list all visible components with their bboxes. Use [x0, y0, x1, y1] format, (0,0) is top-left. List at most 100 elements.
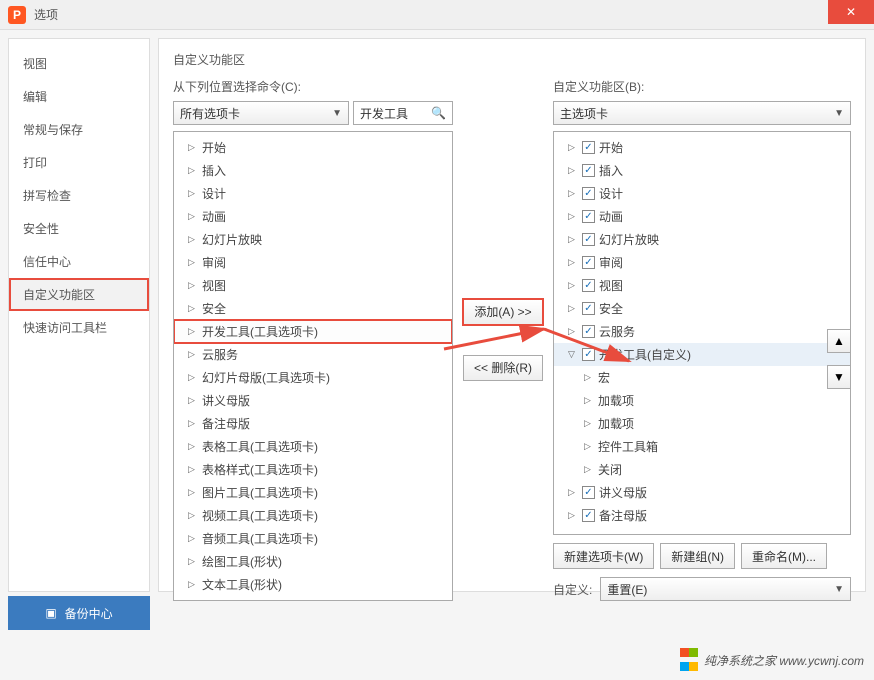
tree-row[interactable]: ▷✓开始	[554, 136, 850, 159]
checkbox[interactable]: ✓	[582, 486, 595, 499]
tree-row[interactable]: ▷开始	[174, 136, 452, 159]
tree-row[interactable]: ▷插入	[174, 159, 452, 182]
search-icon: 🔍	[431, 106, 446, 120]
tree-row[interactable]: ▷云服务	[174, 343, 452, 366]
tree-row[interactable]: ▷讲义母版	[174, 389, 452, 412]
tree-row[interactable]: ▷文本工具(形状)	[174, 573, 452, 596]
caret-right-icon: ▷	[584, 418, 594, 429]
bottom-bar: ▣ 备份中心	[8, 596, 150, 630]
tree-label: 云服务	[202, 346, 238, 363]
tree-row[interactable]: ▷ 安全	[174, 297, 452, 320]
watermark: 纯净系统之家 www.ycwnj.com	[680, 646, 864, 674]
sidebar-item[interactable]: 自定义功能区	[9, 278, 149, 311]
add-button[interactable]: 添加(A) >>	[463, 299, 542, 325]
backup-label: 备份中心	[65, 605, 113, 622]
checkbox[interactable]: ✓	[582, 509, 595, 522]
checkbox[interactable]: ✓	[582, 141, 595, 154]
tree-row[interactable]: ▷✓讲义母版	[554, 481, 850, 504]
sidebar-item[interactable]: 拼写检查	[9, 179, 149, 212]
tree-row[interactable]: ▷✓插入	[554, 159, 850, 182]
caret-right-icon: ▷	[568, 280, 578, 291]
tree-label: 审阅	[202, 254, 226, 271]
sidebar-item[interactable]: 编辑	[9, 80, 149, 113]
tree-row[interactable]: ▷表格工具(工具选项卡)	[174, 435, 452, 458]
move-down-button[interactable]: ▼	[827, 365, 851, 389]
tree-row[interactable]: ▷幻灯片母版(工具选项卡)	[174, 366, 452, 389]
tree-row[interactable]: ▷幻灯片放映	[174, 228, 452, 251]
reset-dropdown[interactable]: 重置(E) ▼	[600, 577, 851, 601]
tree-row[interactable]: ▷✓云服务	[554, 320, 850, 343]
sidebar-item[interactable]: 打印	[9, 146, 149, 179]
close-button[interactable]: ✕	[828, 0, 874, 24]
tree-row[interactable]: ▷✓审阅	[554, 251, 850, 274]
checkbox[interactable]: ✓	[582, 348, 595, 361]
sidebar-item[interactable]: 视图	[9, 47, 149, 80]
left-column: 从下列位置选择命令(C): 所有选项卡 ▼ 开发工具 🔍 ▷开始▷插入▷设计▷动…	[173, 78, 453, 601]
tree-row[interactable]: ▷宏	[554, 366, 850, 389]
tree-row[interactable]: ▷加载项	[554, 412, 850, 435]
sidebar-item[interactable]: 安全性	[9, 212, 149, 245]
checkbox[interactable]: ✓	[582, 187, 595, 200]
tree-row[interactable]: ▷绘图工具(形状)	[174, 550, 452, 573]
tree-row[interactable]: ▷视图	[174, 274, 452, 297]
tree-row[interactable]: ▷设计	[174, 182, 452, 205]
caret-right-icon: ▷	[188, 464, 198, 475]
tree-label: 备注母版	[202, 415, 250, 432]
tree-label: 开发工具(工具选项卡)	[202, 323, 318, 340]
caret-right-icon: ▷	[568, 142, 578, 153]
tree-row[interactable]: ▷✓备注母版	[554, 504, 850, 527]
caret-right-icon: ▷	[568, 234, 578, 245]
tree-label: 安全	[202, 300, 226, 317]
caret-right-icon: ▷	[188, 441, 198, 452]
tree-label: 视图	[599, 277, 623, 294]
checkbox[interactable]: ✓	[582, 210, 595, 223]
custom-label: 自定义:	[553, 581, 592, 598]
checkbox[interactable]: ✓	[582, 302, 595, 315]
tree-row[interactable]: ▷ ✓ 视图	[554, 274, 850, 297]
sidebar-item[interactable]: 快速访问工具栏	[9, 311, 149, 344]
left-label: 从下列位置选择命令(C):	[173, 78, 453, 95]
checkbox[interactable]: ✓	[582, 256, 595, 269]
tree-row[interactable]: ▷加载项	[554, 389, 850, 412]
tree-label: 加载项	[598, 392, 634, 409]
tree-row[interactable]: ▷✓设计	[554, 182, 850, 205]
tree-row[interactable]: ▽✓开发工具(自定义)	[554, 343, 850, 366]
left-selectors: 所有选项卡 ▼ 开发工具 🔍	[173, 101, 453, 125]
tree-row[interactable]: ▷控件工具箱	[554, 435, 850, 458]
tree-row[interactable]: ▷ 备注母版	[174, 412, 452, 435]
tree-row[interactable]: ▷动画	[174, 205, 452, 228]
sidebar-item[interactable]: 常规与保存	[9, 113, 149, 146]
tree-row[interactable]: ▷图片工具(工具选项卡)	[174, 481, 452, 504]
checkbox[interactable]: ✓	[582, 325, 595, 338]
tree-row[interactable]: ▷✓幻灯片放映	[554, 228, 850, 251]
caret-right-icon: ▷	[188, 303, 198, 314]
tree-row[interactable]: ▷✓安全	[554, 297, 850, 320]
sidebar-item[interactable]: 信任中心	[9, 245, 149, 278]
tree-row[interactable]: ▷审阅	[174, 251, 452, 274]
command-search-input[interactable]: 开发工具 🔍	[353, 101, 453, 125]
ribbon-target-dropdown[interactable]: 主选项卡 ▼	[553, 101, 851, 125]
tree-row[interactable]: ▷表格样式(工具选项卡)	[174, 458, 452, 481]
checkbox[interactable]: ✓	[582, 233, 595, 246]
left-tree[interactable]: ▷开始▷插入▷设计▷动画▷幻灯片放映▷审阅▷视图▷安全▷开发工具(工具选项卡)▷…	[173, 131, 453, 601]
tree-label: 设计	[202, 185, 226, 202]
tree-row[interactable]: ▷视频工具(工具选项卡)	[174, 504, 452, 527]
rename-button[interactable]: 重命名(M)...	[741, 543, 827, 569]
tree-row[interactable]: ▷关闭	[554, 458, 850, 481]
checkbox[interactable]: ✓	[582, 279, 595, 292]
new-tab-button[interactable]: 新建选项卡(W)	[553, 543, 654, 569]
caret-right-icon: ▷	[568, 487, 578, 498]
new-group-button[interactable]: 新建组(N)	[660, 543, 735, 569]
remove-button[interactable]: << 删除(R)	[463, 355, 543, 381]
commands-from-dropdown[interactable]: 所有选项卡 ▼	[173, 101, 349, 125]
checkbox[interactable]: ✓	[582, 164, 595, 177]
tree-row[interactable]: ▷音频工具(工具选项卡)	[174, 527, 452, 550]
right-label: 自定义功能区(B):	[553, 78, 851, 95]
tree-label: 动画	[202, 208, 226, 225]
tree-row[interactable]: ▷开发工具(工具选项卡)	[174, 320, 452, 343]
move-up-button[interactable]: ▲	[827, 329, 851, 353]
right-tree[interactable]: ▷✓开始▷✓插入▷✓设计▷✓动画▷✓幻灯片放映▷✓审阅▷✓视图▷✓安全▷✓云服务…	[553, 131, 851, 535]
caret-right-icon: ▷	[188, 418, 198, 429]
backup-center-button[interactable]: ▣ 备份中心	[8, 596, 150, 630]
tree-row[interactable]: ▷✓动画	[554, 205, 850, 228]
